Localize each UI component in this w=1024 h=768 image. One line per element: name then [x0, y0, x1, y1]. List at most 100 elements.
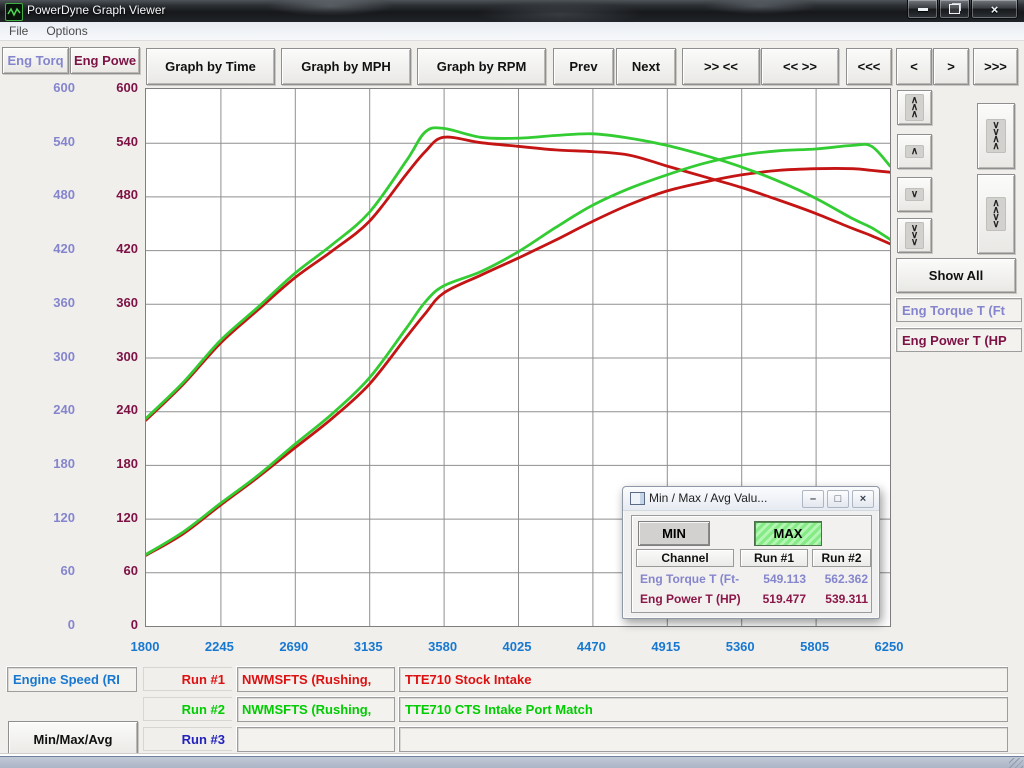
- min-toggle-button[interactable]: MIN: [638, 521, 710, 546]
- zoom-in-y-button-icon: ∨∨∧∧: [986, 119, 1005, 153]
- rpm-axis-tick-5360: 5360: [710, 639, 770, 655]
- scroll-right-fast-button[interactable]: >>>: [973, 48, 1018, 85]
- rpm-axis-tick-3580: 3580: [413, 639, 473, 655]
- zoom-in-y-button[interactable]: ∨∨∧∧: [977, 103, 1015, 169]
- torque-axis-tick-120: 120: [0, 510, 75, 526]
- scroll-down-button-icon: ∨: [905, 188, 924, 201]
- window-frame-bottom: [0, 756, 1024, 768]
- restore-button[interactable]: [939, 0, 970, 19]
- minmax-col-run-2[interactable]: Run #2: [812, 549, 871, 567]
- minmax-restore-button[interactable]: □: [827, 490, 849, 508]
- graph-by-rpm-button[interactable]: Graph by RPM: [417, 48, 546, 85]
- minmax-col-run-1[interactable]: Run #1: [740, 549, 808, 567]
- menu-bar: FileOptions: [0, 22, 1024, 41]
- max-toggle-button[interactable]: MAX: [754, 521, 822, 546]
- graph-by-mph-button[interactable]: Graph by MPH: [281, 48, 411, 85]
- minmax-close-button[interactable]: ×: [852, 490, 874, 508]
- next-button[interactable]: Next: [616, 48, 676, 85]
- restore-icon: [949, 4, 960, 14]
- run-1-description-field[interactable]: TTE710 Stock Intake: [399, 667, 1008, 692]
- max-toggle-label: MAX: [774, 526, 803, 541]
- minmax-row-run2-value: 562.362: [798, 572, 868, 586]
- oscilloscope-trace-icon: [7, 5, 21, 19]
- restore-icon: □: [835, 493, 842, 505]
- menu-file[interactable]: File: [0, 24, 37, 38]
- scroll-down-button[interactable]: ∨: [897, 177, 932, 212]
- prev-button[interactable]: Prev: [553, 48, 614, 85]
- tab-eng-torque[interactable]: Eng Torq: [2, 47, 69, 74]
- power-axis-tick-540: 540: [80, 134, 138, 150]
- minmax-window-titlebar[interactable]: Min / Max / Avg Valu... – □ ×: [623, 487, 879, 511]
- title-bar: PowerDyne Graph Viewer ×: [0, 0, 1024, 22]
- minmax-minimize-button[interactable]: –: [802, 490, 824, 508]
- scroll-down-fast-button[interactable]: ∨∨∨: [897, 218, 932, 253]
- power-axis-tick-420: 420: [80, 241, 138, 257]
- zoom-out-x-button[interactable]: << >>: [761, 48, 839, 85]
- run-3-operator-field[interactable]: [237, 727, 395, 752]
- minmax-values-window: Min / Max / Avg Valu... – □ × MIN MAX Ch…: [622, 486, 880, 619]
- min-toggle-label: MIN: [662, 526, 686, 541]
- minmax-caption-buttons: – □ ×: [802, 490, 874, 508]
- scroll-up-button-icon: ∧: [905, 145, 924, 158]
- torque-axis-tick-0: 0: [0, 617, 75, 633]
- torque-axis-tick-480: 480: [0, 187, 75, 203]
- torque-axis-tick-300: 300: [0, 349, 75, 365]
- caption-buttons: ×: [906, 0, 1018, 19]
- minmaxavg-label: Min/Max/Avg: [34, 732, 113, 747]
- torque-axis-tick-360: 360: [0, 295, 75, 311]
- power-axis-tick-300: 300: [80, 349, 138, 365]
- power-axis-tick-180: 180: [80, 456, 138, 472]
- run-3-description-field[interactable]: [399, 727, 1008, 752]
- x-axis-channel-field[interactable]: Engine Speed (RI: [7, 667, 137, 692]
- legend-eng-power-label: Eng Power T (HP: [902, 333, 1007, 348]
- rpm-axis-tick-2245: 2245: [189, 639, 249, 655]
- minmax-row-run1-value: 549.113: [736, 572, 806, 586]
- tab-eng-power[interactable]: Eng Powe: [70, 47, 140, 74]
- minimize-button[interactable]: [907, 0, 938, 19]
- legend-eng-torque-label: Eng Torque T (Ft: [902, 303, 1005, 318]
- scroll-up-fast-button[interactable]: ∧∧∧: [897, 90, 932, 125]
- torque-axis-tick-420: 420: [0, 241, 75, 257]
- minmax-window-icon: [630, 492, 645, 505]
- legend-eng-power[interactable]: Eng Power T (HP: [896, 328, 1022, 352]
- app-window: PowerDyne Graph Viewer × FileOptions Eng…: [0, 0, 1024, 768]
- power-axis-tick-240: 240: [80, 402, 138, 418]
- scroll-down-fast-button-icon: ∨∨∨: [905, 222, 924, 249]
- window-title: PowerDyne Graph Viewer: [27, 3, 166, 17]
- menu-options[interactable]: Options: [37, 24, 96, 38]
- run-label-1: Run #1: [143, 667, 232, 691]
- torque-axis-tick-180: 180: [0, 456, 75, 472]
- power-axis-tick-60: 60: [80, 563, 138, 579]
- show-all-label: Show All: [929, 268, 983, 283]
- scroll-up-button[interactable]: ∧: [897, 134, 932, 169]
- scroll-right-button[interactable]: >: [933, 48, 969, 85]
- run-2-description-field[interactable]: TTE710 CTS Intake Port Match: [399, 697, 1008, 722]
- legend-eng-torque[interactable]: Eng Torque T (Ft: [896, 298, 1022, 322]
- graph-by-time-button[interactable]: Graph by Time: [146, 48, 275, 85]
- rpm-axis-tick-1800: 1800: [115, 639, 175, 655]
- scroll-left-fast-button[interactable]: <<<: [846, 48, 892, 85]
- minmax-col-channel[interactable]: Channel: [636, 549, 734, 567]
- show-all-button[interactable]: Show All: [896, 258, 1016, 293]
- run-2-operator-field[interactable]: NWMSFTS (Rushing,: [237, 697, 395, 722]
- scroll-left-button[interactable]: <: [896, 48, 932, 85]
- rpm-axis-tick-4470: 4470: [561, 639, 621, 655]
- minmax-row-run1-value: 519.477: [736, 592, 806, 606]
- run-label-3: Run #3: [143, 727, 232, 751]
- power-axis-tick-0: 0: [80, 617, 138, 633]
- x-axis-channel-label: Engine Speed (RI: [13, 672, 120, 687]
- rpm-axis-tick-3135: 3135: [338, 639, 398, 655]
- close-button[interactable]: ×: [971, 0, 1018, 19]
- minmax-window-title: Min / Max / Avg Valu...: [649, 491, 767, 505]
- rpm-axis-tick-5805: 5805: [785, 639, 845, 655]
- app-icon: [5, 3, 23, 21]
- run-1-operator-field[interactable]: NWMSFTS (Rushing,: [237, 667, 395, 692]
- minmax-panel: MIN MAX ChannelRun #1Run #2Eng Torque T …: [631, 515, 872, 613]
- resize-grip[interactable]: [1009, 758, 1023, 768]
- zoom-in-x-button[interactable]: >> <<: [682, 48, 760, 85]
- zoom-out-y-button[interactable]: ∧∧∨∨: [977, 174, 1015, 254]
- rpm-axis-tick-2690: 2690: [264, 639, 324, 655]
- rpm-axis-tick-4915: 4915: [636, 639, 696, 655]
- minimize-icon: –: [810, 493, 816, 505]
- tab-eng-power-label: Eng Powe: [74, 53, 136, 68]
